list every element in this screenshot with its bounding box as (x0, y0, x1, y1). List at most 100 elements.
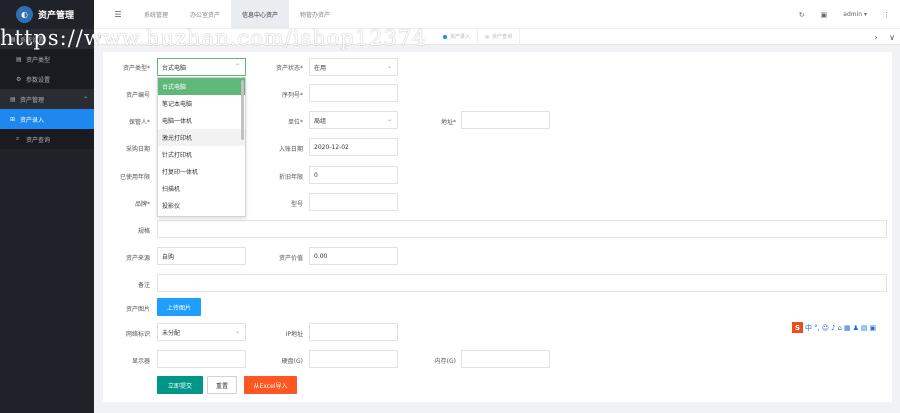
asset-status-select[interactable]: 在用 ⌄ (309, 58, 398, 76)
sidebar: ◐ 资产管理 ▤ 系统设置 ▤ 资产类型 ⚙ 参数设置 ▤ 资产管理 ⌃ ⊞ 资… (0, 0, 94, 413)
more-icon[interactable]: ⋮ (883, 11, 890, 19)
ime-skin-icon[interactable]: ⌂ (838, 324, 842, 332)
dropdown-option[interactable]: 打复印一体机 (158, 163, 245, 180)
asset-no-label: 资产编号 (125, 92, 150, 99)
disk-label: 硬盘(G) (281, 358, 303, 365)
tab-label: 资产查询 (492, 34, 513, 40)
dropdown-option[interactable]: 激光打印机 (158, 129, 245, 146)
depreciation-years-value: 0 (314, 171, 318, 179)
source-input[interactable]: 自购 (157, 247, 246, 265)
tab-asset-query[interactable]: 资产查询 (478, 28, 521, 45)
chevron-up-icon: ⌃ (234, 63, 240, 70)
upload-image-button[interactable]: 上传图片 (157, 298, 201, 316)
service-years-label: 已使用年限 (119, 174, 150, 181)
location-input[interactable] (461, 111, 550, 129)
sidebar-item-label: 资产类型 (26, 56, 51, 64)
dropdown-option[interactable]: 扫描机 (158, 180, 245, 197)
ime-tools-icon[interactable]: ▤ (861, 324, 868, 332)
depreciation-years-label: 折旧年限 (278, 174, 303, 181)
user-menu[interactable]: admin ▾ (843, 11, 867, 18)
ime-keyboard-icon[interactable]: ▦ (844, 324, 851, 332)
tab-scroll-right-icon[interactable]: › (868, 33, 884, 42)
ime-toolbar: S 中 °, ☺ ♪ ⌂ ▦ ♟ ▤ ▣ (792, 321, 898, 334)
dropdown-option[interactable]: 电脑一体机 (158, 112, 245, 129)
unit-select[interactable]: 局组 ⌄ (309, 111, 398, 129)
grid-icon: ▤ (10, 95, 16, 103)
unit-label: 单位* (287, 119, 303, 126)
entry-date-input[interactable]: 2020-12-02 (309, 138, 398, 156)
top-header: ☰ 系统管理 办公室资产 信息中心资产 物管办资产 ↻ ▣ admin ▾ ⋮ (94, 0, 900, 29)
nav-item-system[interactable]: 系统管理 (133, 0, 179, 29)
app-title: 资产管理 (38, 11, 75, 21)
top-nav: 系统管理 办公室资产 信息中心资产 物管办资产 (133, 0, 341, 29)
import-excel-button[interactable]: 从Excel导入 (244, 376, 297, 394)
remark-input[interactable] (157, 274, 887, 292)
disk-input[interactable] (309, 350, 398, 368)
dropdown-option[interactable]: 投影仪 (158, 197, 245, 214)
network-value: 未分配 (162, 329, 181, 337)
source-label: 资产来源 (125, 255, 150, 262)
monitor-input[interactable] (157, 350, 246, 368)
tabs: 资产录入 资产查询 (436, 28, 521, 45)
tab-menu-icon[interactable]: ∨ (884, 33, 900, 42)
nav-item-info-center-assets[interactable]: 信息中心资产 (231, 0, 290, 29)
monitor-label: 显示器 (131, 358, 150, 365)
sidebar-item-asset-management[interactable]: ▤ 资产管理 ⌃ (0, 89, 94, 109)
value-value: 0.00 (314, 252, 328, 260)
spec-label: 规格 (137, 228, 150, 235)
gear-icon: ⚙ (16, 75, 22, 83)
unit-value: 局组 (314, 117, 327, 125)
ime-mode-icon[interactable]: 中 (805, 323, 812, 333)
tab-asset-entry[interactable]: 资产录入 (436, 28, 479, 45)
source-value: 自购 (162, 253, 175, 261)
submit-button[interactable]: 立即提交 (157, 376, 203, 394)
memory-input[interactable] (461, 350, 550, 368)
depreciation-years-input[interactable]: 0 (309, 166, 398, 184)
ip-input[interactable] (309, 323, 398, 341)
watermark: https://www.huzhan.com/ishop12374 (0, 26, 427, 50)
tab-controls: › ∨ (868, 29, 900, 45)
purchase-date-label: 采购日期 (125, 146, 150, 153)
entry-date-label: 入账日期 (278, 146, 303, 153)
nav-item-office-assets[interactable]: 办公室资产 (179, 0, 231, 29)
dropdown-scrollbar[interactable] (241, 80, 244, 140)
remark-label: 备注 (137, 282, 150, 289)
app-logo[interactable]: ◐ 资产管理 (0, 0, 94, 29)
reset-button[interactable]: 重置 (207, 376, 237, 394)
dropdown-option[interactable]: 台式电脑 (158, 78, 245, 95)
asset-type-select[interactable]: 台式电脑 ⌃ (157, 58, 246, 76)
nav-item-property-assets[interactable]: 物管办资产 (289, 0, 341, 29)
search-icon: ⌕ (16, 135, 20, 142)
sidebar-item-asset-types[interactable]: ▤ 资产类型 (0, 49, 94, 69)
entry-date-value: 2020-12-02 (314, 143, 349, 151)
serial-no-input[interactable] (309, 84, 398, 102)
ime-user-icon[interactable]: ♟ (853, 324, 859, 332)
keeper-label: 保管人* (128, 119, 150, 126)
ip-label: IP地址 (285, 331, 303, 338)
dropdown-option[interactable]: 笔记本电脑 (158, 95, 245, 112)
ime-menu-icon[interactable]: ▣ (870, 324, 877, 332)
serial-no-label: 序列号* (281, 92, 303, 99)
value-input[interactable]: 0.00 (309, 247, 398, 265)
sidebar-item-parameters[interactable]: ⚙ 参数设置 (0, 69, 94, 89)
menu-toggle-icon[interactable]: ☰ (107, 10, 129, 19)
logo-icon: ◐ (16, 6, 33, 23)
model-label: 型号 (290, 201, 303, 208)
sidebar-item-asset-query[interactable]: ⌕ 资产查询 (0, 129, 94, 149)
ime-logo-icon[interactable]: S (792, 322, 803, 333)
refresh-icon[interactable]: ↻ (799, 11, 805, 19)
spec-input[interactable] (157, 220, 887, 238)
ime-emoji-icon[interactable]: ☺ (822, 324, 829, 332)
dropdown-option[interactable]: 针式打印机 (158, 146, 245, 163)
ime-voice-icon[interactable]: ♪ (831, 324, 835, 332)
asset-status-value: 在用 (314, 64, 327, 72)
ime-punct-icon[interactable]: °, (814, 324, 820, 332)
model-input[interactable] (309, 193, 398, 211)
sidebar-item-label: 资产录入 (20, 116, 45, 124)
memory-label: 内存(G) (434, 358, 456, 365)
chevron-down-icon: ⌄ (386, 116, 392, 123)
sidebar-item-label: 资产管理 (20, 96, 45, 104)
sidebar-item-asset-entry[interactable]: ⊞ 资产录入 (0, 109, 94, 129)
network-select[interactable]: 未分配 ⌄ (157, 323, 246, 341)
theme-icon[interactable]: ▣ (821, 11, 828, 19)
